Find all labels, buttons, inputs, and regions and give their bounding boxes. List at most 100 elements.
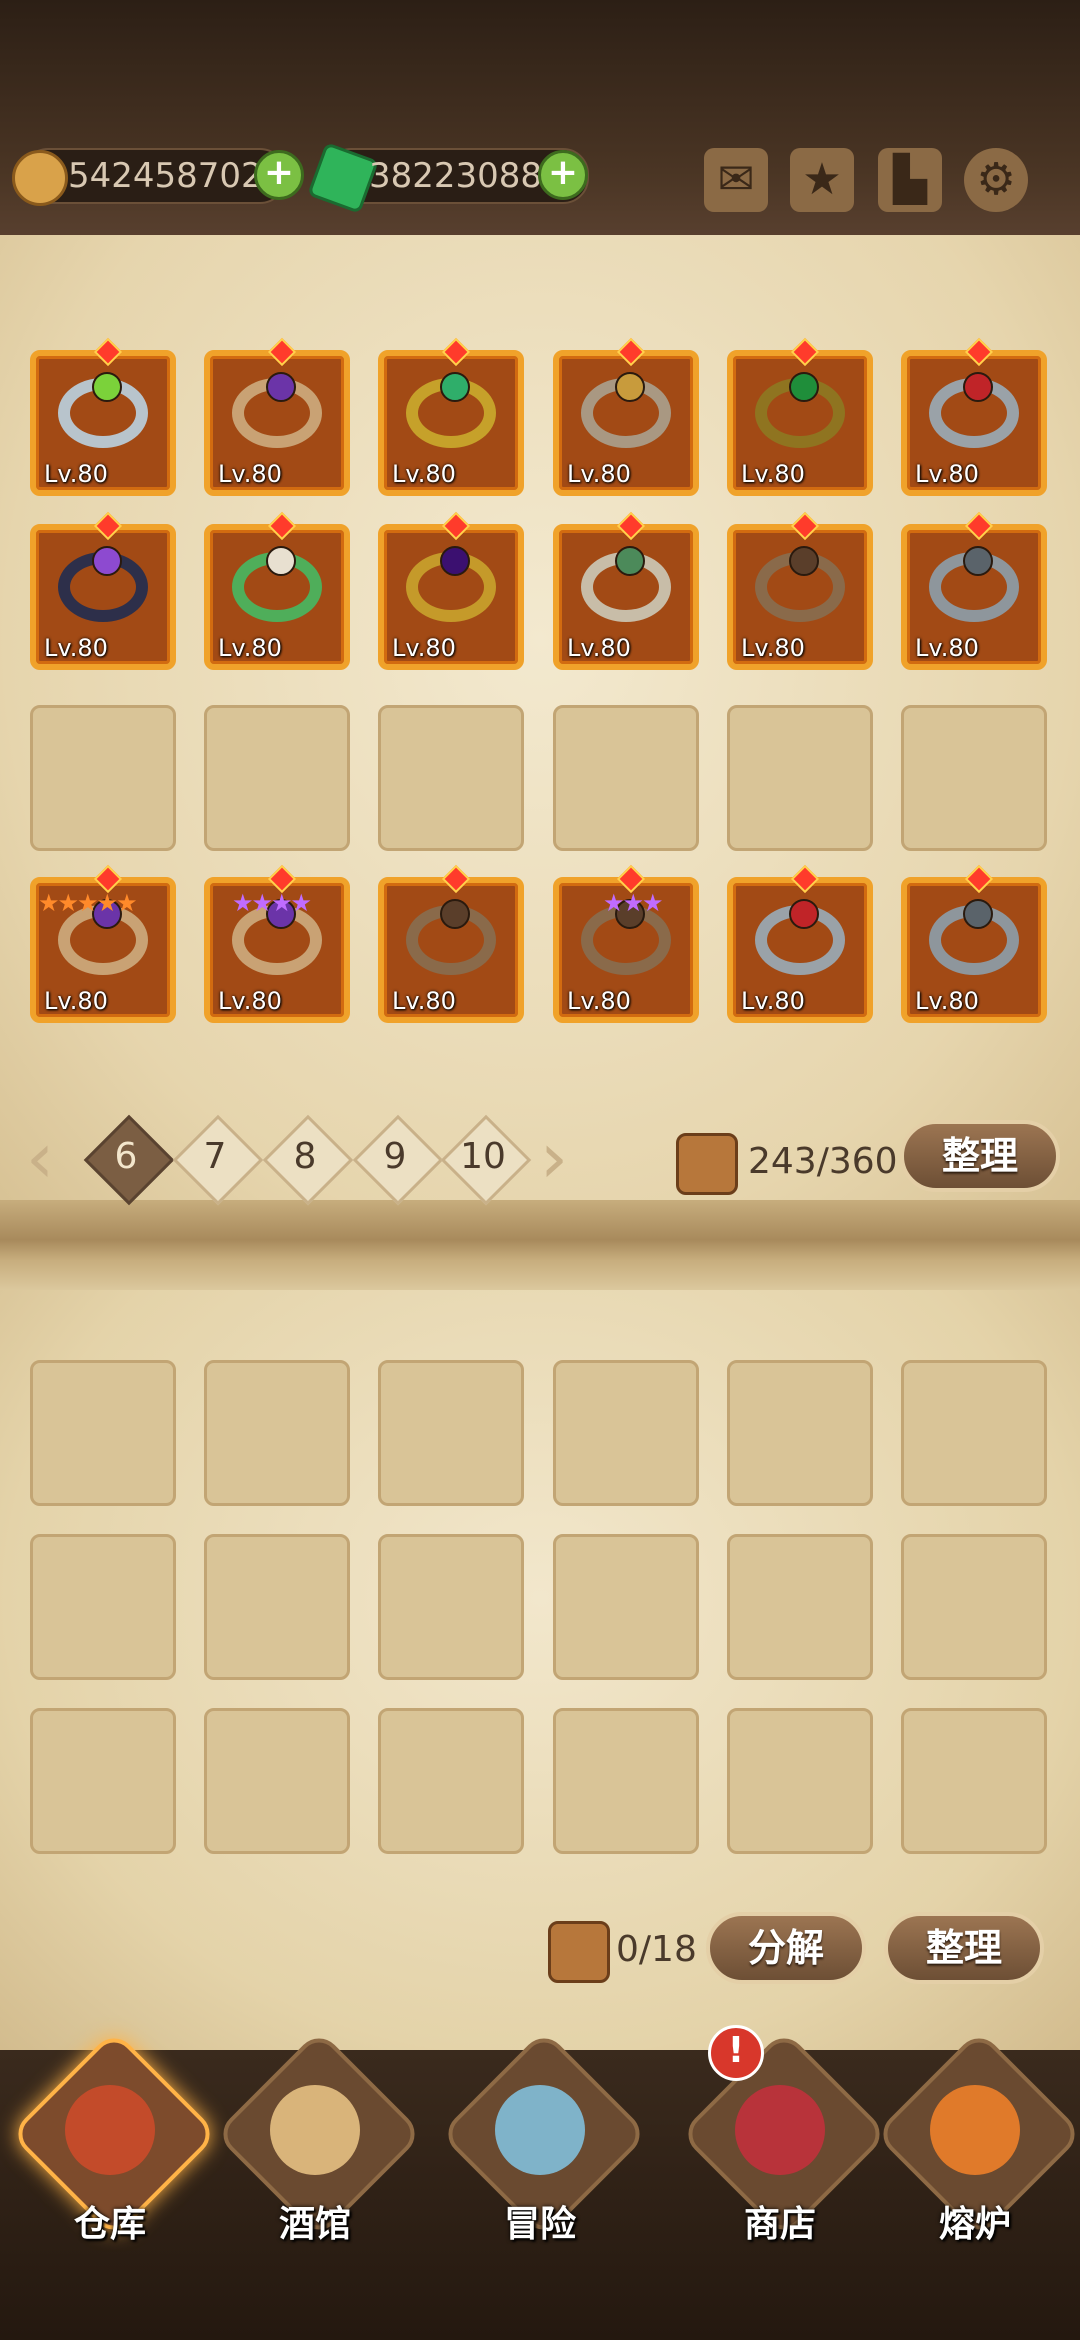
empty-slot[interactable] xyxy=(204,705,350,851)
item-level: Lv.80 xyxy=(915,634,979,662)
ring-item-slot[interactable]: Lv.80 xyxy=(553,337,699,496)
ring-item-slot[interactable]: Lv.80 xyxy=(30,511,176,670)
gem-icon xyxy=(92,372,122,402)
prev-page-button[interactable]: ‹ xyxy=(26,1118,54,1198)
salvage-slot[interactable] xyxy=(204,1360,350,1506)
salvage-chest-icon xyxy=(548,1921,610,1983)
sort-inventory-button[interactable]: 整理 xyxy=(900,1120,1060,1192)
ring-item-slot[interactable]: ★★★ Lv.80 xyxy=(553,864,699,1023)
ring-icon xyxy=(755,546,845,622)
tab-warehouse[interactable]: 仓库 xyxy=(9,2029,219,2280)
ring-item-slot[interactable]: Lv.80 xyxy=(727,864,873,1023)
shop-icon xyxy=(735,2085,825,2175)
empty-slot[interactable] xyxy=(30,705,176,851)
shop-alert-badge: ! xyxy=(708,2025,764,2081)
ring-icon xyxy=(581,372,671,448)
codex-icon[interactable]: ▙ xyxy=(878,148,942,212)
ring-item-slot[interactable]: Lv.80 xyxy=(901,511,1047,670)
page-number: 8 xyxy=(293,1136,317,1177)
nav-label: 仓库 xyxy=(73,2204,146,2245)
gem-icon xyxy=(92,546,122,576)
mail-icon[interactable]: ✉ xyxy=(704,148,768,212)
gold-coin-icon xyxy=(12,150,68,206)
add-gem-button[interactable]: + xyxy=(538,150,588,200)
item-level: Lv.80 xyxy=(392,634,456,662)
ring-item-slot[interactable]: Lv.80 xyxy=(901,337,1047,496)
item-level: Lv.80 xyxy=(218,987,282,1015)
ring-icon xyxy=(406,546,496,622)
empty-slot[interactable] xyxy=(901,705,1047,851)
tab-tavern[interactable]: 酒馆 xyxy=(214,2029,424,2280)
salvage-slot[interactable] xyxy=(901,1534,1047,1680)
gem-icon xyxy=(615,372,645,402)
salvage-slot[interactable] xyxy=(727,1534,873,1680)
add-gold-button[interactable]: + xyxy=(254,150,304,200)
sort-salvage-button[interactable]: 整理 xyxy=(884,1912,1044,1984)
ring-item-slot[interactable]: Lv.80 xyxy=(204,511,350,670)
salvage-slot[interactable] xyxy=(553,1360,699,1506)
gem-icon xyxy=(615,546,645,576)
salvage-slot[interactable] xyxy=(553,1708,699,1854)
salvage-slot[interactable] xyxy=(204,1534,350,1680)
salvage-slot[interactable] xyxy=(378,1360,524,1506)
tab-shop[interactable]: 商店 xyxy=(679,2029,889,2280)
ring-icon xyxy=(929,546,1019,622)
ring-item-slot[interactable]: Lv.80 xyxy=(727,337,873,496)
ring-item-slot[interactable]: Lv.80 xyxy=(553,511,699,670)
salvage-slot[interactable] xyxy=(727,1360,873,1506)
empty-slot[interactable] xyxy=(727,705,873,851)
ring-item-slot[interactable]: Lv.80 xyxy=(30,337,176,496)
adventure-icon xyxy=(495,2085,585,2175)
gold-amount: 542458702 xyxy=(68,156,263,196)
item-level: Lv.80 xyxy=(567,987,631,1015)
bag-chest-icon xyxy=(676,1133,738,1195)
ring-icon xyxy=(406,372,496,448)
gem-amount: 382230887 xyxy=(369,156,564,196)
gem-icon xyxy=(963,899,993,929)
item-level: Lv.80 xyxy=(915,987,979,1015)
ring-item-slot[interactable]: Lv.80 xyxy=(901,864,1047,1023)
ring-item-slot[interactable]: Lv.80 xyxy=(378,511,524,670)
item-level: Lv.80 xyxy=(741,460,805,488)
ring-item-slot[interactable]: Lv.80 xyxy=(378,864,524,1023)
item-level: Lv.80 xyxy=(741,987,805,1015)
empty-slot[interactable] xyxy=(553,705,699,851)
item-level: Lv.80 xyxy=(44,460,108,488)
ring-item-slot[interactable]: Lv.80 xyxy=(378,337,524,496)
star-rating: ★★★★ xyxy=(232,889,312,917)
salvage-slot[interactable] xyxy=(553,1534,699,1680)
salvage-slot[interactable] xyxy=(378,1708,524,1854)
ring-item-slot[interactable]: Lv.80 xyxy=(204,337,350,496)
nav-label: 酒馆 xyxy=(278,2204,351,2245)
gem-icon xyxy=(963,546,993,576)
decompose-button[interactable]: 分解 xyxy=(706,1912,866,1984)
gem-icon xyxy=(789,372,819,402)
gem-icon xyxy=(440,372,470,402)
gold-counter: 542458702 xyxy=(12,148,286,206)
empty-slot[interactable] xyxy=(378,705,524,851)
panel-divider xyxy=(0,1200,1080,1300)
item-level: Lv.80 xyxy=(218,634,282,662)
beer-mug-icon xyxy=(270,2085,360,2175)
ring-item-slot[interactable]: ★★★★ Lv.80 xyxy=(204,864,350,1023)
salvage-slot[interactable] xyxy=(901,1708,1047,1854)
ring-item-slot[interactable]: ★★★★★ Lv.80 xyxy=(30,864,176,1023)
ring-item-slot[interactable]: Lv.80 xyxy=(727,511,873,670)
tab-adventure[interactable]: 冒险 xyxy=(420,2029,660,2280)
warehouse-icon xyxy=(65,2085,155,2175)
next-page-button[interactable]: › xyxy=(540,1118,568,1198)
salvage-slot[interactable] xyxy=(901,1360,1047,1506)
ring-icon xyxy=(929,899,1019,975)
tab-furnace[interactable]: 熔炉 xyxy=(874,2029,1080,2280)
gem-icon xyxy=(440,899,470,929)
favorite-icon[interactable]: ★ xyxy=(790,148,854,212)
nav-label: 商店 xyxy=(743,2204,816,2245)
salvage-slot[interactable] xyxy=(30,1360,176,1506)
salvage-slot[interactable] xyxy=(30,1534,176,1680)
gem-icon xyxy=(266,546,296,576)
salvage-slot[interactable] xyxy=(204,1708,350,1854)
salvage-slot[interactable] xyxy=(378,1534,524,1680)
salvage-slot[interactable] xyxy=(727,1708,873,1854)
salvage-slot[interactable] xyxy=(30,1708,176,1854)
settings-icon[interactable]: ⚙ xyxy=(964,148,1028,212)
